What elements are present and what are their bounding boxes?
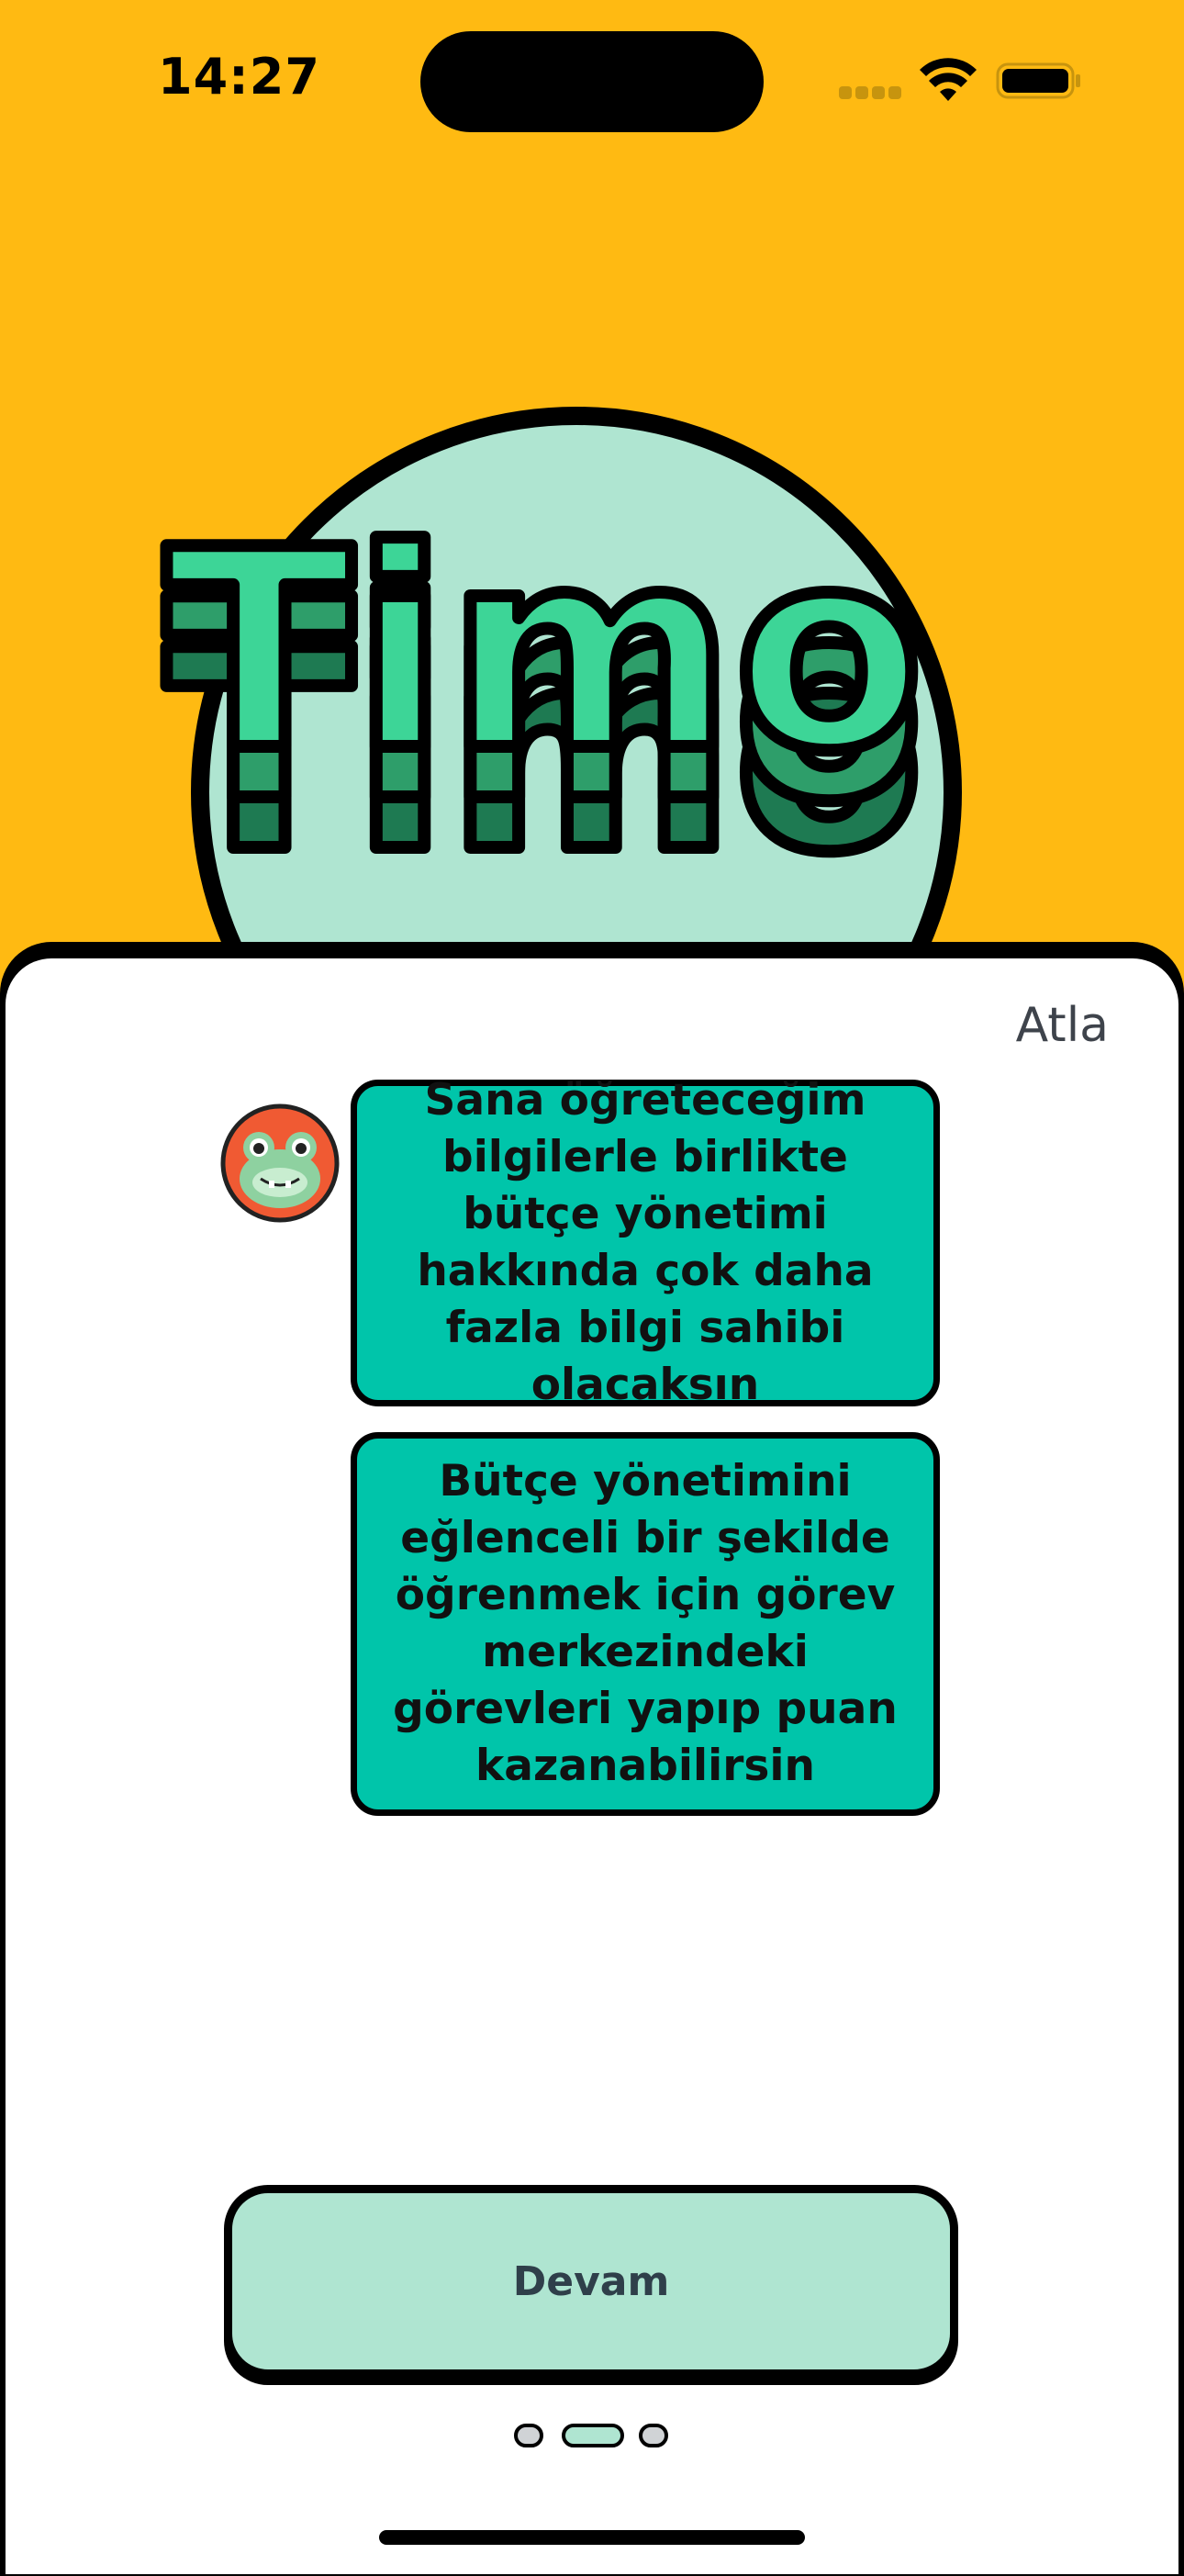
cellular-signal-icon: [839, 86, 903, 99]
timo-logo: Timo Timo Timo: [159, 407, 962, 971]
logo-text: Timo: [165, 491, 923, 812]
battery-icon: [996, 62, 1080, 99]
wifi-icon: [920, 58, 977, 101]
home-indicator[interactable]: [379, 2530, 805, 2545]
chat-bubble: Bütçe yönetimini eğlenceli bir şekilde ö…: [351, 1432, 940, 1816]
page-dot: [514, 2424, 543, 2447]
page-indicator: [514, 2424, 670, 2451]
page-dot-active: [562, 2424, 624, 2447]
dynamic-island: [420, 31, 764, 132]
frog-mascot-icon: [220, 1103, 340, 1223]
chat-bubble: Sana öğreteceğim bilgilerle birlikte büt…: [351, 1075, 940, 1410]
skip-button[interactable]: Atla: [1016, 998, 1109, 1053]
page-dot: [639, 2424, 668, 2447]
status-time: 14:27: [158, 48, 320, 106]
continue-button[interactable]: Devam: [224, 2185, 958, 2378]
